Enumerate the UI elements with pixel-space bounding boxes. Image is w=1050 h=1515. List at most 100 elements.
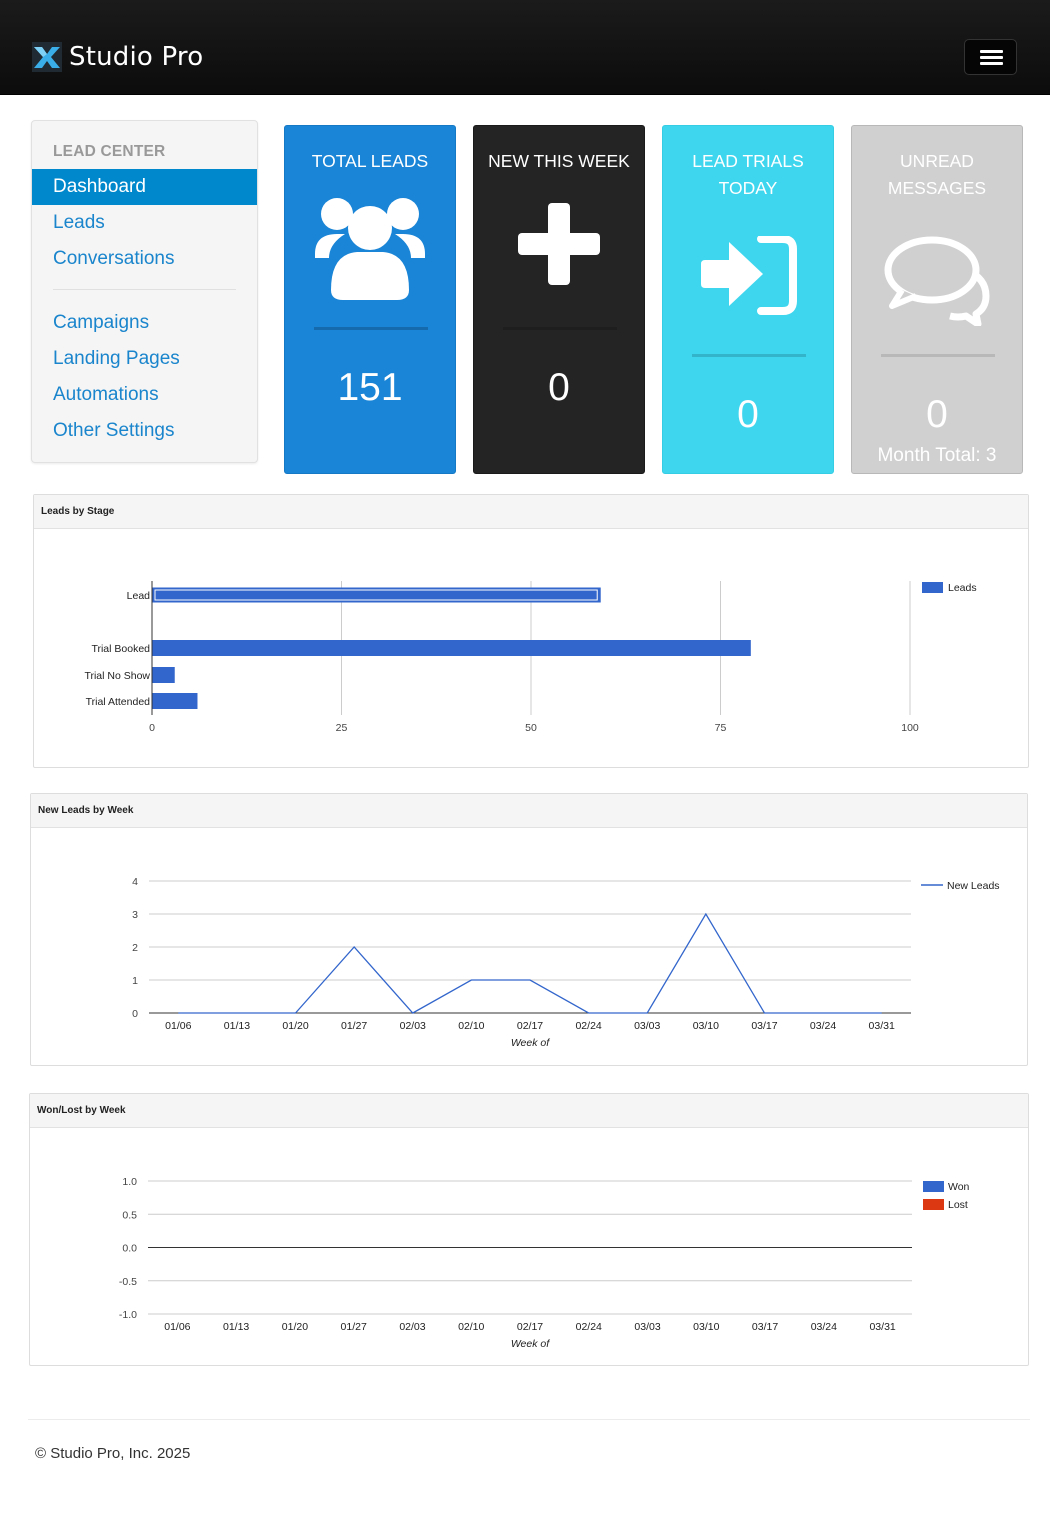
x-tick-label: 02/24 [575,1020,601,1032]
legend-swatch-won [923,1181,944,1192]
hamburger-menu-button[interactable] [964,39,1017,75]
sidebar-item-leads[interactable]: Leads [32,205,257,241]
tile-title: NEW THIS WEEK [488,151,630,171]
y-tick-label: 0.0 [122,1243,137,1255]
x-tick-label: 01/20 [282,1020,308,1032]
x-tick-label: 03/10 [693,1020,719,1032]
x-axis-title: Week of [511,1037,550,1049]
tile-divider [314,327,428,330]
tile-month-total: Month Total: 3 [877,445,997,466]
x-tick-label: 01/27 [341,1321,367,1333]
tile-divider [503,327,617,330]
hamburger-menu-icon [980,50,1003,53]
series-line-new-leads [178,912,882,1014]
panel-new-leads-by-week: New Leads by Week 0 1 2 3 4 01/06 01/13 01/20 01… [30,793,1028,1066]
tile-title: TOTAL LEADS [311,151,429,171]
y-tick-label: -1.0 [119,1309,137,1321]
legend-label-new-leads: New Leads [947,880,1000,892]
y-tick-label: 3 [132,909,138,921]
x-tick-label: 100 [901,722,919,734]
x-tick-label: 02/24 [576,1321,602,1333]
x-tick-label: 02/10 [458,1020,484,1032]
x-tick-label: 0 [149,722,155,734]
y-tick-label: -0.5 [119,1276,137,1288]
x-logo-icon [32,42,62,72]
sidebar-divider [53,289,236,290]
tile-divider [692,354,806,357]
sign-in-icon [701,236,797,315]
tile-title: UNREAD MESSAGES [887,151,987,198]
x-tick-label: 03/17 [751,1020,777,1032]
tile-title: LEAD TRIALS TODAY [692,151,804,198]
legend-swatch-lost [923,1199,944,1210]
x-tick-label: 02/03 [400,1020,426,1032]
x-tick-label: 03/03 [634,1321,660,1333]
sidebar-item-dashboard[interactable]: Dashboard [32,169,257,205]
footer-divider [28,1419,1030,1420]
leads-by-stage-chart: 0 25 50 75 100 Lead Trial Booked Trial No Show T… [84,581,977,734]
x-tick-label: 01/06 [164,1321,190,1333]
x-tick-label: 02/03 [399,1321,425,1333]
chat-bubbles-icon [884,236,990,326]
tile-lead-trials-today[interactable]: LEAD TRIALS TODAY 0 [662,125,834,474]
x-tick-label: 02/17 [517,1321,543,1333]
x-tick-label: 03/03 [634,1020,660,1032]
sidebar-item-landing-pages[interactable]: Landing Pages [32,341,257,377]
legend-swatch-leads [922,582,943,593]
sidebar-heading: LEAD CENTER [53,143,166,160]
tile-total-leads[interactable]: TOTAL LEADS 151 [284,125,456,474]
tile-value: 0 [926,393,948,436]
x-tick-label: 03/31 [869,1020,895,1032]
y-category-label: Lead [127,590,151,602]
x-tick-label: 50 [525,722,537,734]
panel-won-lost-by-week: Won/Lost by Week 1.0 0.5 0.0 -0.5 -1.0 01/06 0… [29,1093,1029,1366]
sidebar-item-conversations[interactable]: Conversations [32,241,257,277]
bar-trial-booked [152,640,751,656]
brand[interactable]: Studio Pro [32,40,203,74]
x-tick-label: 01/27 [341,1020,367,1032]
legend-label-won: Won [948,1181,970,1193]
x-tick-label: 75 [715,722,727,734]
tile-value: 151 [337,366,403,409]
x-tick-label: 03/24 [811,1321,837,1333]
users-group-icon [315,198,425,300]
brand-name: Studio Pro [69,42,204,72]
y-tick-label: 0 [132,1008,138,1020]
tile-unread-messages[interactable]: UNREAD MESSAGES 0 Month Total: 3 [851,125,1023,474]
won-lost-by-week-chart: 1.0 0.5 0.0 -0.5 -1.0 01/06 01/13 01/20 01/27 02/… [119,1176,970,1350]
bar-trial-attended [152,693,198,709]
x-tick-label: 03/10 [693,1321,719,1333]
sidebar-item-campaigns[interactable]: Campaigns [32,305,257,341]
tile-new-this-week[interactable]: NEW THIS WEEK 0 [473,125,645,474]
y-tick-label: 1 [132,975,138,987]
x-tick-label: 01/13 [223,1321,249,1333]
y-tick-label: 2 [132,942,138,954]
y-tick-label: 0.5 [122,1209,137,1221]
sidebar-item-automations[interactable]: Automations [32,377,257,413]
legend-label-lost: Lost [948,1199,968,1211]
legend-label-leads: Leads [948,582,977,594]
x-axis-title: Week of [511,1338,550,1350]
x-tick-label: 01/20 [282,1321,308,1333]
sidebar-lead-center: LEAD CENTER Dashboard Leads Conversation… [31,120,258,463]
tile-value: 0 [737,393,759,436]
x-tick-label: 03/17 [752,1321,778,1333]
bar-trial-no-show [152,667,175,683]
y-category-label: Trial No Show [84,670,150,682]
y-tick-label: 4 [132,876,138,888]
x-tick-label: 03/31 [869,1321,895,1333]
x-tick-label: 01/13 [224,1020,250,1032]
y-category-label: Trial Attended [86,696,151,708]
top-navbar: Studio Pro [0,0,1050,95]
footer-copyright: © Studio Pro, Inc. 2025 [35,1445,191,1462]
x-tick-label: 02/10 [458,1321,484,1333]
new-leads-by-week-chart: 0 1 2 3 4 01/06 01/13 01/20 01/27 02/03 02/10 02/17… [132,876,1000,1049]
x-tick-label: 01/06 [165,1020,191,1032]
plus-icon [518,203,600,285]
x-tick-label: 02/17 [517,1020,543,1032]
sidebar-item-other-settings[interactable]: Other Settings [32,413,257,449]
x-tick-label: 25 [336,722,348,734]
y-category-label: Trial Booked [91,643,150,655]
y-tick-label: 1.0 [122,1176,137,1188]
x-tick-label: 03/24 [810,1020,836,1032]
